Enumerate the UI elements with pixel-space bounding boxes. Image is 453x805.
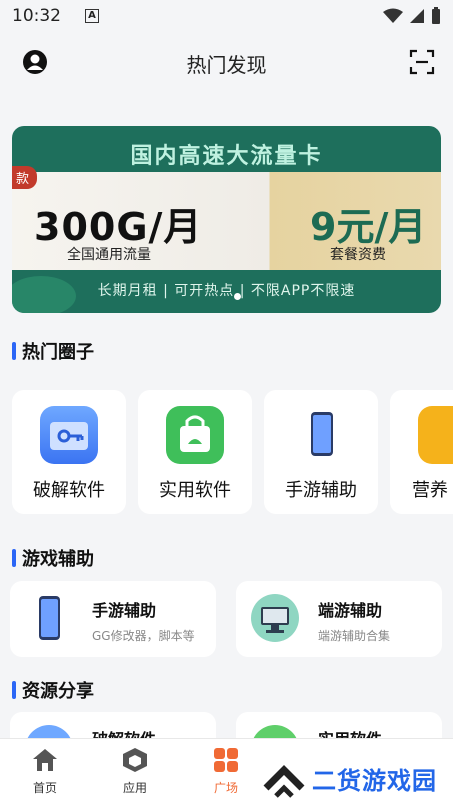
banner-tag: 款: [12, 166, 38, 189]
grid-icon: [214, 748, 238, 772]
top-bar: 热门发现: [0, 38, 453, 88]
signal-icon: [410, 9, 424, 23]
section-title-hot-circles: 热门圈子: [12, 338, 94, 364]
card-title: 手游辅助: [92, 601, 157, 620]
wifi-icon: [383, 8, 403, 23]
yellow-app-icon: [418, 406, 453, 464]
notification-a-icon: A: [85, 9, 99, 23]
tab-label: 首页: [32, 781, 57, 795]
monitor-icon: [250, 593, 300, 643]
promo-banner[interactable]: 国内高速大流量卡 款 300G/月 全国通用流量 9元/月 套餐资费 长期月租 …: [12, 126, 441, 313]
section-accent-bar: [12, 342, 16, 360]
tab-square[interactable]: 广场: [191, 747, 261, 796]
phone-icon: [24, 593, 74, 643]
home-icon: [33, 749, 57, 771]
section-title-resources: 资源分享: [12, 677, 94, 703]
banner-footer: 长期月租 | 可开热点 | 不限APP不限速: [97, 283, 356, 299]
banner-price: 9元/月: [310, 205, 427, 249]
section-label: 资源分享: [22, 681, 94, 702]
card-pc-game-assist[interactable]: 端游辅助 端游辅助合集: [236, 581, 442, 657]
user-avatar-icon[interactable]: [22, 49, 48, 75]
banner-data-sub: 全国通用流量: [67, 247, 151, 263]
shopping-bag-icon: [166, 406, 224, 464]
card-mobile-game-assist[interactable]: 手游辅助 GG修改器，脚本等: [10, 581, 216, 657]
circle-card-crack-software[interactable]: 破解软件: [12, 390, 126, 514]
section-title-game-assist: 游戏辅助: [12, 545, 94, 571]
watermark-logo-icon: [263, 765, 305, 798]
card-subtitle: 端游辅助合集: [318, 629, 391, 643]
status-time: 10:32: [12, 6, 61, 26]
battery-icon: [432, 7, 440, 24]
circle-card-mobile-game-assist[interactable]: 手游辅助: [264, 390, 378, 514]
section-accent-bar: [12, 549, 16, 567]
card-title: 端游辅助: [318, 601, 383, 620]
watermark: 二货游戏园: [262, 756, 437, 800]
tab-label: 应用: [122, 781, 147, 795]
scan-icon[interactable]: [409, 49, 435, 75]
circle-label: 手游辅助: [285, 480, 357, 501]
banner-price-sub: 套餐资费: [330, 247, 386, 263]
banner-headline: 国内高速大流量卡: [130, 144, 323, 169]
cube-icon: [123, 748, 147, 772]
folder-key-icon: [40, 406, 98, 464]
tab-home[interactable]: 首页: [10, 747, 80, 796]
tab-apps[interactable]: 应用: [100, 747, 170, 796]
status-icons: [383, 7, 441, 25]
circle-label: 实用软件: [159, 480, 231, 501]
section-label: 游戏辅助: [22, 549, 94, 570]
banner-data-amount: 300G/月: [34, 205, 203, 249]
circle-card-nutrition[interactable]: 营养: [390, 390, 453, 514]
circle-label: 营养: [412, 480, 448, 501]
card-subtitle: GG修改器，脚本等: [92, 629, 195, 643]
status-bar: 10:32 A: [0, 0, 453, 32]
banner-page-indicator: [234, 293, 241, 300]
circle-label: 破解软件: [33, 480, 105, 501]
tab-label: 广场: [213, 781, 238, 795]
section-label: 热门圈子: [22, 342, 94, 363]
phone-icon: [292, 406, 350, 464]
circle-card-utility-software[interactable]: 实用软件: [138, 390, 252, 514]
watermark-text: 二货游戏园: [312, 766, 437, 795]
section-accent-bar: [12, 681, 16, 699]
page-title: 热门发现: [186, 52, 267, 77]
